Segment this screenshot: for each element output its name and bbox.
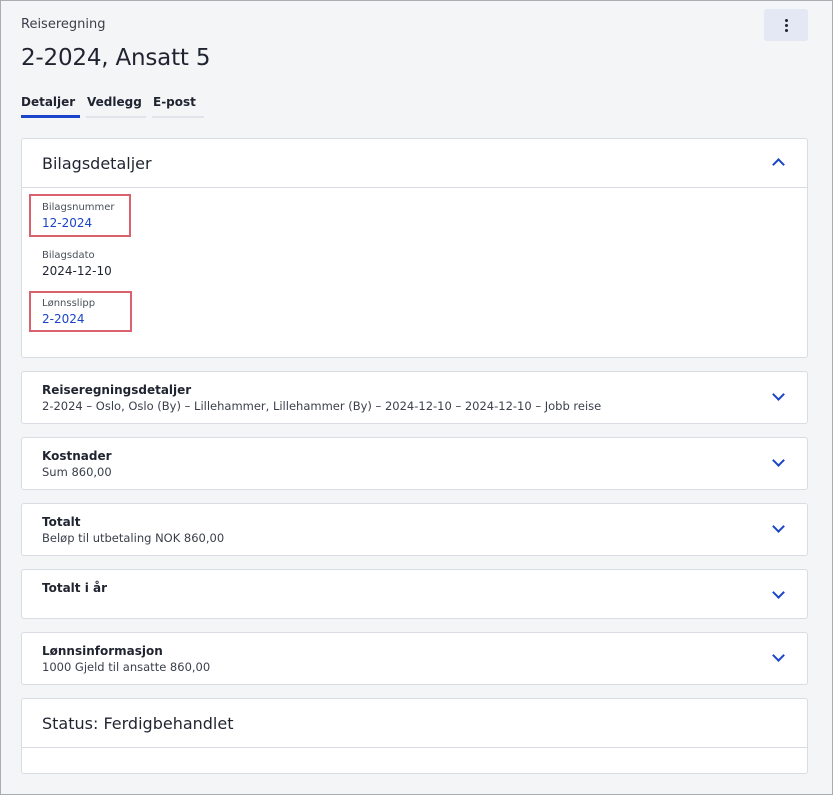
tab-bar: Detaljer Vedlegg E-post [21,93,210,118]
voucher-details-header[interactable]: Bilagsdetaljer [22,139,807,188]
section-title: Kostnader [42,449,112,463]
total-section[interactable]: Totalt Beløp til utbetaling NOK 860,00 [21,503,808,556]
payslip-link[interactable]: 2-2024 [42,312,95,326]
breadcrumb[interactable]: Reiseregning [21,17,105,32]
travel-details-section[interactable]: Reiseregningsdetaljer 2-2024 – Oslo, Osl… [21,371,808,424]
section-title: Totalt i år [42,581,108,595]
section-summary: Beløp til utbetaling NOK 860,00 [42,531,225,545]
total-this-year-section[interactable]: Totalt i år [21,569,808,619]
chevron-down-icon[interactable] [772,649,785,662]
section-summary: 2-2024 – Oslo, Oslo (By) – Lillehammer, … [42,399,602,413]
voucher-date-value: 2024-12-10 [42,264,112,278]
voucher-number-field: Bilagsnummer 12-2024 [42,202,115,230]
chevron-up-icon[interactable] [772,158,785,171]
tab-email[interactable]: E-post [152,93,204,118]
section-summary: Sum 860,00 [42,465,112,479]
status-header: Status: Ferdigbehandlet [22,699,807,748]
chevron-down-icon[interactable] [772,586,785,599]
voucher-details-heading: Bilagsdetaljer [42,153,152,173]
voucher-details-card: Bilagsdetaljer Bilagsnummer 12-2024 Bila… [21,138,808,358]
voucher-number-label: Bilagsnummer [42,202,115,213]
section-title: Reiseregningsdetaljer [42,383,192,397]
section-summary: 1000 Gjeld til ansatte 860,00 [42,660,211,674]
chevron-down-icon[interactable] [772,454,785,467]
page-title: 2-2024, Ansatt 5 [21,45,211,71]
salary-info-section[interactable]: Lønnsinformasjon 1000 Gjeld til ansatte … [21,632,808,685]
tab-details[interactable]: Detaljer [21,93,80,118]
section-title: Totalt [42,515,81,529]
voucher-number-link[interactable]: 12-2024 [42,216,115,230]
chevron-down-icon[interactable] [772,388,785,401]
window-frame: Reiseregning 2-2024, Ansatt 5 Detaljer V… [0,0,833,795]
payslip-field: Lønnsslipp 2-2024 [42,298,95,326]
section-title: Lønnsinformasjon [42,644,163,658]
chevron-down-icon[interactable] [772,520,785,533]
tab-attachments[interactable]: Vedlegg [86,93,146,118]
voucher-date-field: Bilagsdato 2024-12-10 [42,250,112,278]
more-options-button[interactable] [764,9,808,41]
status-card: Status: Ferdigbehandlet [21,698,808,774]
costs-section[interactable]: Kostnader Sum 860,00 [21,437,808,490]
voucher-date-label: Bilagsdato [42,250,95,261]
vertical-ellipsis-icon [784,18,788,32]
payslip-label: Lønnsslipp [42,298,96,309]
status-heading: Status: Ferdigbehandlet [42,713,234,733]
